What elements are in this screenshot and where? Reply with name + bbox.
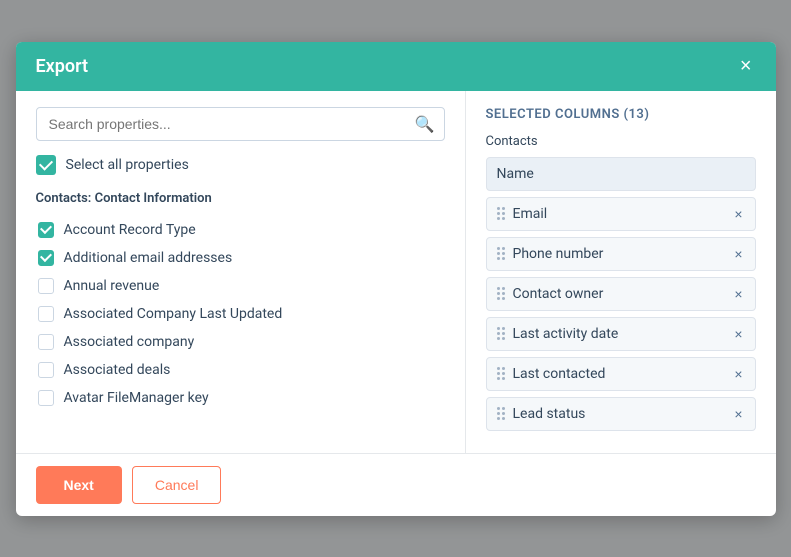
select-all-checkbox[interactable] [36,155,56,175]
property-checkbox[interactable] [38,390,54,406]
selected-columns-title: SELECTED COLUMNS (13) [486,107,756,122]
list-item[interactable]: Associated deals [36,356,445,384]
remove-column-button[interactable]: × [732,247,744,261]
remove-column-button[interactable]: × [732,407,744,421]
list-item[interactable]: Annual revenue [36,272,445,300]
columns-list: NameEmail×Phone number×Contact owner×Las… [486,157,756,431]
next-button[interactable]: Next [36,466,122,504]
column-label: Lead status [513,406,586,422]
property-checkbox[interactable] [38,306,54,322]
property-label: Associated deals [64,362,171,378]
drag-handle-icon[interactable] [497,287,505,300]
table-row: Contact owner × [486,277,756,311]
contacts-group-label: Contacts [486,134,756,149]
column-label: Phone number [513,246,604,262]
column-label: Email [513,206,548,222]
column-label: Contact owner [513,286,604,302]
right-panel: SELECTED COLUMNS (13) Contacts Name Email… [466,91,776,453]
select-all-label: Select all properties [66,157,189,173]
close-button[interactable]: × [736,56,756,76]
list-item[interactable]: Account Record Type [36,216,445,244]
drag-handle-icon[interactable] [497,327,505,340]
select-all-row[interactable]: Select all properties [36,155,445,175]
drag-handle-icon[interactable] [497,207,505,220]
search-input[interactable] [36,107,445,141]
section-title: Contacts: Contact Information [36,191,445,206]
remove-column-button[interactable]: × [732,367,744,381]
property-label: Avatar FileManager key [64,390,209,406]
modal-title: Export [36,56,89,77]
export-modal: Export × 🔍 Select all properties Contact… [16,42,776,516]
property-checkbox[interactable] [38,250,54,266]
modal-body: 🔍 Select all properties Contacts: Contac… [16,91,776,453]
cancel-button[interactable]: Cancel [132,466,222,504]
search-container: 🔍 [36,107,445,141]
property-label: Associated company [64,334,195,350]
modal-header: Export × [16,42,776,91]
column-label: Name [497,166,534,182]
property-label: Additional email addresses [64,250,233,266]
table-row: Lead status × [486,397,756,431]
list-item[interactable]: Additional email addresses [36,244,445,272]
left-panel: 🔍 Select all properties Contacts: Contac… [16,91,466,453]
property-label: Account Record Type [64,222,196,238]
list-item[interactable]: Associated company [36,328,445,356]
remove-column-button[interactable]: × [732,207,744,221]
property-checkbox[interactable] [38,222,54,238]
table-row: Last activity date × [486,317,756,351]
property-label: Annual revenue [64,278,160,294]
list-item[interactable]: Avatar FileManager key [36,384,445,412]
property-label: Associated Company Last Updated [64,306,283,322]
drag-handle-icon[interactable] [497,367,505,380]
table-row: Email × [486,197,756,231]
list-item[interactable]: Associated Company Last Updated [36,300,445,328]
column-label: Last contacted [513,366,606,382]
drag-handle-icon[interactable] [497,407,505,420]
property-checkbox[interactable] [38,334,54,350]
modal-overlay: Export × 🔍 Select all properties Contact… [0,0,791,557]
drag-handle-icon[interactable] [497,247,505,260]
property-checkbox[interactable] [38,278,54,294]
properties-list: Account Record Type Additional email addr… [36,216,445,437]
remove-column-button[interactable]: × [732,327,744,341]
remove-column-button[interactable]: × [732,287,744,301]
table-row: Last contacted × [486,357,756,391]
property-checkbox[interactable] [38,362,54,378]
table-row: Name [486,157,756,191]
modal-footer: Next Cancel [16,453,776,516]
column-label: Last activity date [513,326,619,342]
table-row: Phone number × [486,237,756,271]
search-icon: 🔍 [415,114,435,133]
